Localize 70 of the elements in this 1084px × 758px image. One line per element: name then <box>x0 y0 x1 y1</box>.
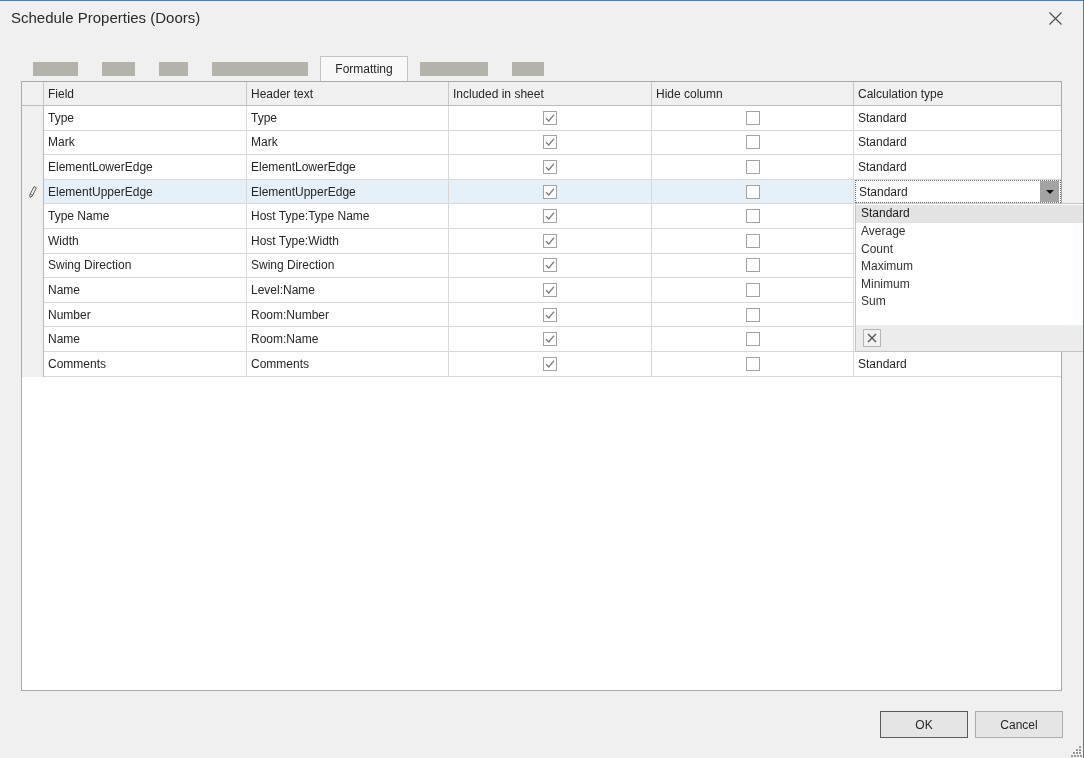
table-row[interactable]: Name Level:Name <box>44 278 854 303</box>
table-cell: Type <box>44 106 247 131</box>
table-row[interactable]: Type Type <box>44 106 854 131</box>
table-cell: Type Name <box>44 204 247 229</box>
table-cell-text: Standard <box>857 134 908 152</box>
checkbox[interactable] <box>745 160 760 174</box>
tab[interactable]: Formatting <box>320 56 408 81</box>
checkbox[interactable] <box>745 135 760 150</box>
dialog-button[interactable]: OK <box>880 711 968 738</box>
table-row[interactable]: Swing Direction Swing Direction <box>44 253 854 279</box>
table-cell: Comments <box>44 351 247 377</box>
table-row[interactable]: Comments Comments <box>44 351 854 377</box>
table-cell: ElementLowerEdge <box>44 155 247 180</box>
table-row[interactable]: Type Name Host Type:Type Name <box>44 204 854 229</box>
caret-down-icon <box>1045 189 1054 194</box>
table-cell: Name <box>44 327 247 352</box>
checkbox[interactable] <box>543 233 557 248</box>
close-icon <box>867 333 877 344</box>
table-cell-text: Standard <box>857 109 908 127</box>
column-header: Field <box>44 82 247 105</box>
table-cell: Level:Name <box>247 278 449 303</box>
table-cell-text: Standard <box>857 159 908 176</box>
dropdown-button[interactable] <box>1040 180 1059 203</box>
checkbox[interactable] <box>543 307 557 322</box>
checkbox[interactable] <box>745 356 760 371</box>
table-cell-text: Standard <box>857 355 908 373</box>
checkbox[interactable] <box>745 209 760 224</box>
table-cell: Type <box>247 106 449 131</box>
clear-button[interactable] <box>863 329 881 348</box>
combo-box[interactable]: Standard <box>855 179 1061 204</box>
table-row[interactable]: ElementLowerEdge ElementLowerEdge <box>44 155 854 180</box>
checkbox[interactable] <box>745 233 760 248</box>
checkbox[interactable] <box>543 356 557 371</box>
checkbox[interactable] <box>745 110 760 125</box>
table-cell: ElementLowerEdge <box>247 155 449 180</box>
table-row[interactable]: Name Room:Name <box>44 327 854 352</box>
checkbox[interactable] <box>543 160 557 174</box>
checkbox[interactable] <box>745 258 760 273</box>
table-row[interactable]: Mark Mark <box>44 130 854 156</box>
table-row[interactable]: ElementUpperEdge ElementUpperEdge <box>44 179 854 205</box>
column-header: Hide column <box>652 82 854 105</box>
table-cell: Host Type:Width <box>247 228 449 254</box>
checkbox[interactable] <box>543 184 557 199</box>
pencil-icon <box>28 186 37 199</box>
table-row[interactable]: Number Room:Number <box>44 302 854 328</box>
column-header: Header text <box>247 82 449 105</box>
checkbox[interactable] <box>745 184 760 199</box>
checkbox[interactable] <box>745 332 760 347</box>
table-cell: Name <box>44 278 247 303</box>
table-cell: Width <box>44 228 247 254</box>
checkbox[interactable] <box>543 209 557 224</box>
window-title: Schedule Properties (Doors) <box>11 8 201 29</box>
checkbox[interactable] <box>543 332 557 347</box>
table-row[interactable]: Width Host Type:Width <box>44 228 854 254</box>
table-cell: Room:Name <box>247 327 449 352</box>
checkbox[interactable] <box>543 110 557 125</box>
dialog-button[interactable]: Cancel <box>975 711 1063 738</box>
checkbox[interactable] <box>543 282 557 297</box>
table-cell: Comments <box>247 351 449 377</box>
resize-grip-icon[interactable] <box>1071 746 1082 757</box>
column-header: Calculation type <box>857 85 945 103</box>
checkbox[interactable] <box>745 282 760 297</box>
dropdown-option[interactable]: Standard <box>856 205 1083 223</box>
checkbox[interactable] <box>543 258 557 273</box>
checkbox[interactable] <box>745 307 760 322</box>
table-cell: Host Type:Type Name <box>247 204 449 229</box>
close-button[interactable] <box>1048 11 1062 26</box>
checkbox[interactable] <box>543 135 557 150</box>
column-header: Included in sheet <box>449 82 652 105</box>
close-icon <box>1048 12 1062 25</box>
